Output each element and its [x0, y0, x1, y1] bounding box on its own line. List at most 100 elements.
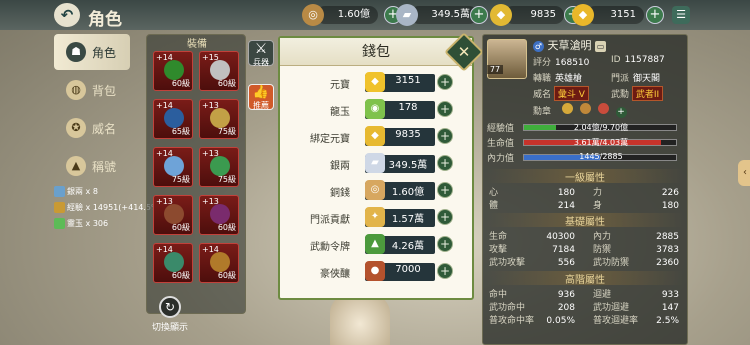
character-icon: ☗ — [66, 42, 86, 62]
currency-value: 1.60億 — [391, 187, 425, 198]
wallet-row: 豪俠釀 ● 7000 + — [280, 261, 472, 283]
sect-contribution-icon: ✦ — [365, 207, 385, 227]
id-label: ID — [611, 55, 621, 65]
equipment-slot[interactable]: +14 65級 — [153, 99, 193, 139]
score-label: 評分 — [533, 58, 552, 68]
fame-row: 威名 彙斗 V — [533, 86, 589, 101]
item-level: 75級 — [171, 175, 190, 184]
add-button[interactable]: + — [437, 209, 453, 225]
attribute-name: 普攻迴避率 — [593, 316, 639, 326]
wallet-row: 銅錢 ◎ 1.60億 + — [280, 180, 472, 202]
fame-label: 威名 — [533, 90, 552, 100]
add-button[interactable]: + — [437, 101, 453, 117]
equipment-slot[interactable]: +13 60級 — [199, 195, 239, 235]
equipment-slot[interactable]: +14 60級 — [153, 51, 193, 91]
equipment-slot[interactable]: +15 60級 — [199, 51, 239, 91]
reward-name: 經驗 — [67, 203, 83, 212]
add-medal-icon[interactable]: + — [615, 107, 627, 118]
currency-label: 銅錢 — [330, 188, 350, 199]
exp-row: 經驗值 — [487, 121, 514, 134]
silver-ingot-icon: ▰ — [396, 4, 418, 26]
enhance-level: +14 — [156, 149, 173, 158]
add-currency-button[interactable]: + — [470, 6, 488, 24]
hp-row: 生命值 — [487, 136, 514, 149]
currency-label: 豪俠釀 — [320, 269, 350, 280]
merit-badge: 武者II — [631, 86, 664, 101]
equipment-icon — [164, 252, 184, 272]
copy-icon[interactable]: ▭ — [595, 41, 606, 52]
nav-item-bag[interactable]: ◍ 背包 — [54, 72, 130, 108]
add-currency-button[interactable]: + — [646, 6, 664, 24]
attribute-row: 體 214 — [489, 198, 575, 211]
score-row: 評分 168510 — [533, 55, 589, 68]
nav-item-character[interactable]: ☗ 角色 — [54, 34, 130, 70]
currency-label: 武勳令牌 — [310, 242, 350, 253]
expand-button[interactable]: ‹ — [738, 160, 750, 186]
equipment-slot[interactable]: +13 75級 — [199, 99, 239, 139]
attribute-row: 生命 40300 — [489, 229, 575, 242]
currency-label: 銀兩 — [330, 161, 350, 172]
attribute-value: 147 — [661, 303, 679, 313]
equipment-slot[interactable]: +13 60級 — [153, 195, 193, 235]
thumbs-up-icon: 👍 — [252, 85, 270, 100]
attribute-value: 2360 — [656, 258, 679, 268]
nav-item-label: 角色 — [92, 46, 117, 60]
nav-item-title[interactable]: ▲ 稱號 — [54, 148, 130, 184]
recommend-button[interactable]: 👍 推薦 — [248, 84, 274, 110]
attribute-row: 力 226 — [593, 185, 679, 198]
attribute-name: 心 — [489, 188, 499, 198]
back-button[interactable]: ↶ — [54, 3, 80, 27]
nav-item-label: 威名 — [92, 122, 117, 136]
equipment-icon — [164, 204, 184, 224]
item-level: 60級 — [217, 271, 236, 280]
add-button[interactable]: + — [437, 74, 453, 90]
equipment-icon — [210, 60, 230, 80]
equipment-slot[interactable]: +14 60級 — [153, 243, 193, 283]
enhance-level: +14 — [156, 245, 173, 254]
attribute-row: 內力 2885 — [593, 229, 679, 242]
wallet-row: 元寶 ◆ 3151 + — [280, 72, 472, 94]
nav-item-fame[interactable]: ✪ 威名 — [54, 110, 130, 146]
medal-icon[interactable] — [579, 103, 591, 114]
attribute-row: 迴避 933 — [593, 287, 679, 300]
wallet-row: 龍玉 ◉ 178 + — [280, 99, 472, 121]
id-row: ID 1157887 — [611, 55, 665, 65]
attribute-row: 普攻迴避率 2.5% — [593, 313, 679, 326]
attribute-row: 防禦 3783 — [593, 242, 679, 255]
mp-row: 內力值 — [487, 151, 514, 164]
equipment-icon — [164, 108, 184, 128]
attribute-value: 2.5% — [656, 316, 679, 326]
menu-button[interactable]: ☰ — [672, 6, 690, 24]
wallet-row: 銀兩 ▰ 349.5萬 + — [280, 153, 472, 175]
medal-icon[interactable] — [597, 103, 609, 114]
currency-value: 349.5萬 — [388, 160, 428, 171]
add-button[interactable]: + — [437, 128, 453, 144]
nav-item-label: 背包 — [92, 84, 117, 98]
medal-row: 勳章 + — [533, 103, 627, 118]
medal-icon[interactable] — [561, 103, 573, 114]
character-name-row: ♂ 天草滄明 ▭ — [533, 37, 606, 53]
item-level: 60級 — [171, 223, 190, 232]
class-row: 轉職 英雄槍 — [533, 71, 582, 84]
add-button[interactable]: + — [437, 155, 453, 171]
equipment-slot[interactable]: +14 75級 — [153, 147, 193, 187]
add-button[interactable]: + — [437, 182, 453, 198]
enhance-level: +13 — [202, 197, 219, 206]
currency-2: ◆ 9835 — [490, 4, 564, 26]
item-level: 60級 — [217, 79, 236, 88]
attribute-value: 40300 — [546, 232, 575, 242]
enhance-level: +15 — [202, 53, 219, 62]
stats-panel: 77 ♂ 天草滄明 ▭ 評分 168510 ID 1157887 轉職 英雄槍 門派御… — [482, 34, 688, 345]
advanced-attributes-title: 高階屬性 — [487, 271, 683, 286]
switch-display-button[interactable]: ↻ 切換顯示 — [150, 296, 190, 333]
add-button[interactable]: + — [437, 236, 453, 252]
currency-value: 178 — [398, 102, 418, 113]
sect-row: 門派 御天閣 — [611, 71, 660, 84]
mp-text: 1445/2885 — [579, 152, 623, 161]
weapon-button[interactable]: ⚔ 兵器 — [248, 40, 274, 67]
equipment-icon — [164, 156, 184, 176]
equipment-slot[interactable]: +14 60級 — [199, 243, 239, 283]
add-button[interactable]: + — [437, 263, 453, 279]
reward-amount: x 8 — [85, 187, 98, 196]
equipment-slot[interactable]: +13 75級 — [199, 147, 239, 187]
